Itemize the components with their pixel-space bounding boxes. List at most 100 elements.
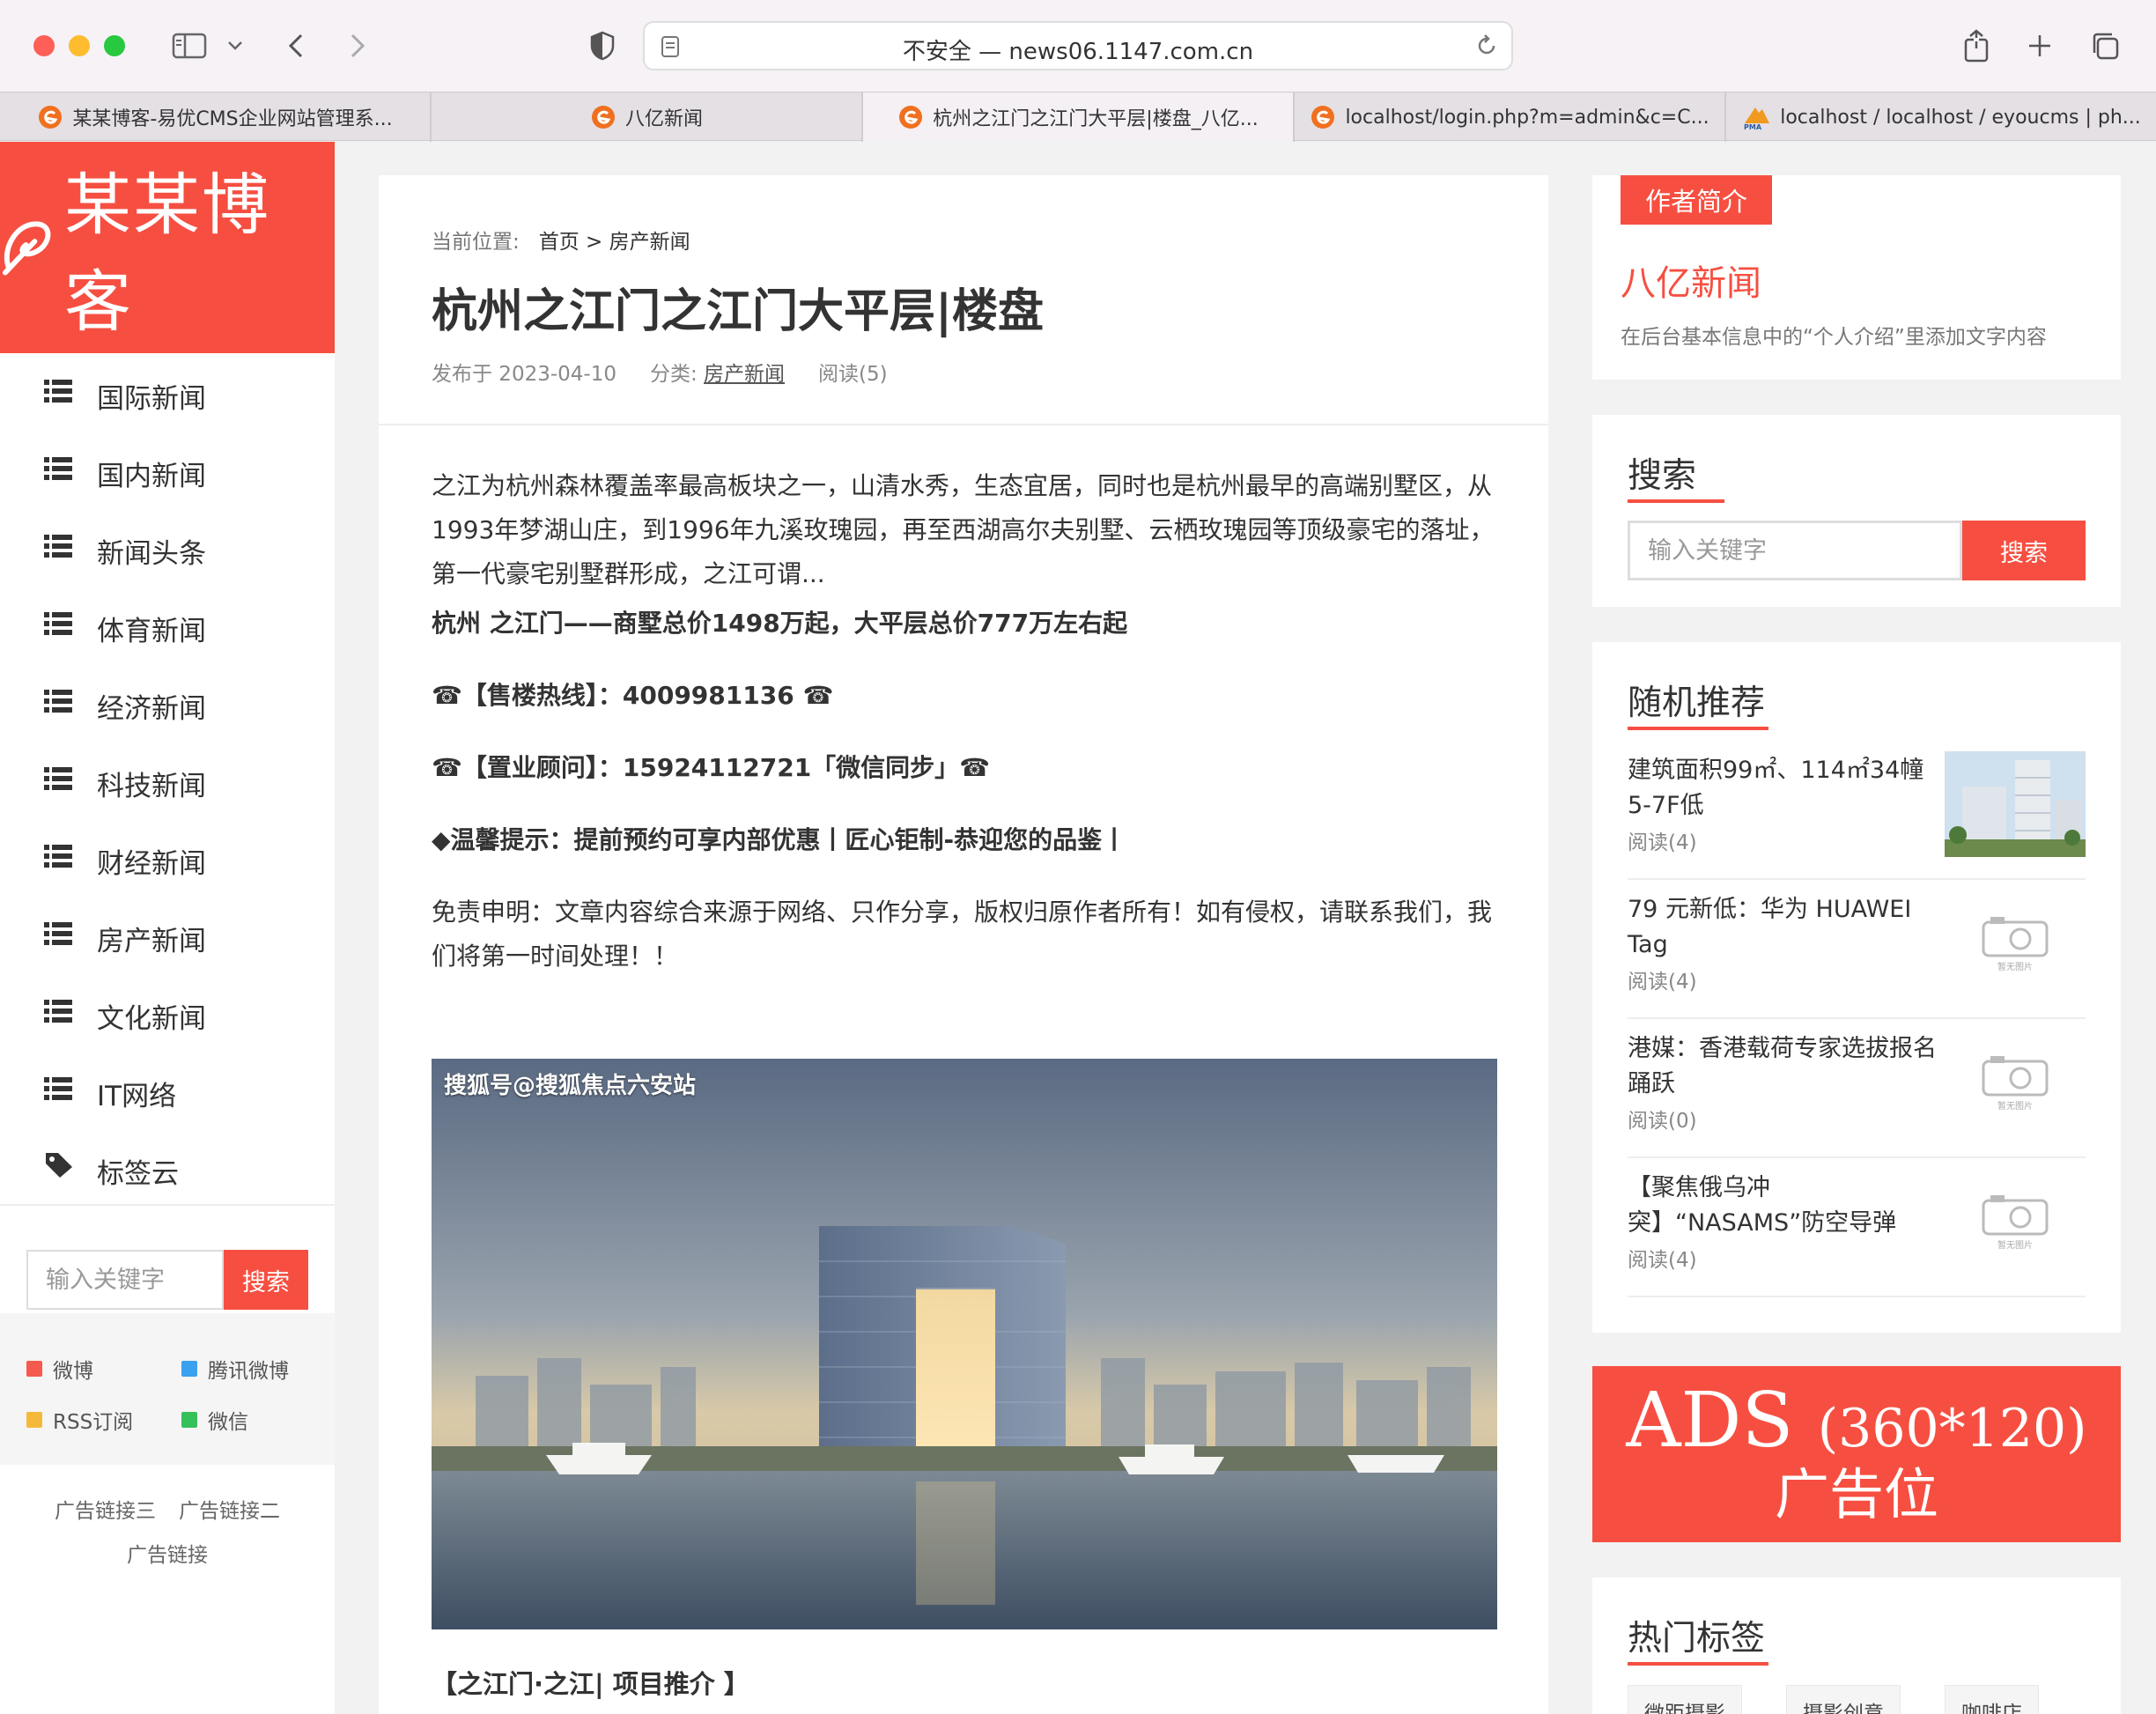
sidebar-item-economy[interactable]: 经济新闻 — [0, 663, 335, 741]
author-name[interactable]: 八亿新闻 — [1621, 255, 1761, 306]
sidebar-item-international[interactable]: 国际新闻 — [0, 353, 335, 431]
list-icon — [44, 1000, 72, 1023]
list-icon — [44, 845, 72, 868]
sidebar-toggle-icon[interactable] — [167, 23, 211, 69]
eyoucms-favicon-icon — [39, 106, 63, 129]
article-subheading: 【之江门·之江| 项目推介 】 — [432, 1669, 749, 1699]
ad-links: 广告链接三 广告链接二 广告链接 — [0, 1489, 335, 1577]
tab-overview-icon[interactable] — [2086, 23, 2124, 69]
recommend-views: 阅读(0) — [1628, 1110, 1697, 1133]
list-icon — [44, 922, 72, 945]
back-arrow-icon[interactable] — [278, 23, 314, 69]
social-rss-link[interactable]: RSS订阅 — [26, 1405, 133, 1435]
share-icon[interactable] — [1957, 23, 1996, 69]
view-count: 阅读(5) — [818, 363, 888, 386]
tab-5[interactable]: PMA localhost / localhost / eyoucms | ph… — [1726, 92, 2156, 142]
social-label: 微博 — [53, 1360, 93, 1383]
shield-icon[interactable] — [585, 23, 620, 69]
recommend-views: 阅读(4) — [1628, 971, 1697, 994]
category-prefix: 分类: — [649, 363, 698, 386]
sidebar-item-tag-cloud[interactable]: 标签云 — [0, 1128, 335, 1206]
tab-4[interactable]: localhost/login.php?m=admin&c=C... — [1295, 92, 1726, 142]
ad-link[interactable]: 广告链接 — [127, 1544, 208, 1567]
logo-mark-icon — [2, 221, 51, 276]
rss-icon — [26, 1412, 42, 1428]
social-weibo-link[interactable]: 微博 — [26, 1354, 93, 1384]
breadcrumb-category-link[interactable]: 房产新闻 — [609, 231, 690, 254]
tag-chip[interactable]: 咖啡店 — [1945, 1685, 2039, 1714]
sidebar-item-it[interactable]: IT网络 — [0, 1051, 335, 1128]
list-item[interactable]: 港媒：香港载荷专家选拔报名踊跃 阅读(0) 暂无图片 — [1628, 1019, 2086, 1158]
wechat-icon — [181, 1412, 197, 1428]
chevron-down-icon[interactable] — [222, 23, 248, 69]
reload-icon[interactable] — [1474, 33, 1499, 62]
building-thumbnail-image[interactable] — [1945, 751, 2086, 857]
tab-2[interactable]: 八亿新闻 — [432, 92, 863, 142]
sidebar-item-sports[interactable]: 体育新闻 — [0, 586, 335, 663]
sidebar-item-label: 房产新闻 — [97, 926, 206, 957]
category-link[interactable]: 房产新闻 — [704, 363, 785, 386]
tag-chip[interactable]: 微距摄影 — [1628, 1685, 1742, 1714]
ad-banner-line1: ADS (360*120) — [1592, 1378, 2121, 1471]
social-links: 微博 腾讯微博 RSS订阅 微信 — [0, 1313, 335, 1465]
recommend-title[interactable]: 港媒：香港载荷专家选拔报名踊跃 — [1628, 1031, 1945, 1102]
zoom-window-button[interactable] — [104, 35, 125, 56]
no-image-placeholder: 暂无图片 — [1945, 915, 2086, 986]
sidebar-item-finance[interactable]: 财经新闻 — [0, 818, 335, 896]
recommend-views: 阅读(4) — [1628, 831, 1697, 854]
sidebar-item-tech[interactable]: 科技新闻 — [0, 741, 335, 818]
tab-3-active[interactable]: 杭州之江门之江门大平层|楼盘_八亿... — [863, 92, 1295, 142]
eyoucms-favicon-icon — [1311, 106, 1335, 129]
list-item[interactable]: 79 元新低：华为 HUAWEI Tag 阅读(4) 暂无图片 — [1628, 880, 2086, 1019]
sidebar-item-culture[interactable]: 文化新闻 — [0, 973, 335, 1051]
tab-1[interactable]: 某某博客-易优CMS企业网站管理系... — [0, 92, 432, 142]
author-description: 在后台基本信息中的“个人介绍”里添加文字内容 — [1621, 326, 2047, 349]
address-bar[interactable]: 不安全 — news06.1147.com.cn — [643, 21, 1513, 70]
sidebar-search-input[interactable] — [26, 1250, 224, 1310]
site-logo[interactable]: 某某博客 — [0, 142, 335, 353]
list-item[interactable]: 【聚焦俄乌冲突】“NASAMS”防空导弹 阅读(4) 暂无图片 — [1628, 1158, 2086, 1297]
new-tab-plus-icon[interactable] — [2020, 23, 2059, 69]
sidebar-item-real-estate[interactable]: 房产新闻 — [0, 896, 335, 973]
social-wechat-link[interactable]: 微信 — [181, 1405, 248, 1435]
recommend-title[interactable]: 建筑面积99㎡、114㎡34幢5-7F低 — [1628, 753, 1945, 824]
sidebar-item-label: 标签云 — [97, 1158, 179, 1190]
tags-widget-title: 热门标签 — [1628, 1619, 1766, 1659]
weibo-icon — [26, 1361, 42, 1377]
left-sidebar: 某某博客 国际新闻 国内新闻 新闻头条 体育新闻 经济新闻 科技新闻 财经新闻 … — [0, 142, 335, 1714]
phpmyadmin-favicon-icon: PMA — [1744, 107, 1770, 130]
sidebar-item-label: 国际新闻 — [97, 383, 206, 415]
list-item[interactable]: 建筑面积99㎡、114㎡34幢5-7F低 阅读(4) — [1628, 741, 2086, 880]
list-icon — [44, 1077, 72, 1100]
search-button[interactable]: 搜索 — [1962, 521, 2086, 580]
list-icon — [44, 690, 72, 713]
breadcrumb-home-link[interactable]: 首页 — [539, 231, 580, 254]
tag-chip[interactable]: 摄影创意 — [1786, 1685, 1901, 1714]
title-underline — [1628, 499, 1724, 503]
search-input[interactable] — [1628, 521, 1962, 580]
recommend-title[interactable]: 79 元新低：华为 HUAWEI Tag — [1628, 892, 1945, 963]
image-watermark: 搜狐号@搜狐焦点六安站 — [444, 1073, 697, 1099]
search-widget: 搜索 搜索 — [1592, 415, 2121, 607]
social-tencent-weibo-link[interactable]: 腾讯微博 — [181, 1354, 289, 1384]
no-image-text: 暂无图片 — [1997, 963, 2033, 972]
sidebar-item-domestic[interactable]: 国内新闻 — [0, 431, 335, 508]
ad-banner[interactable]: ADS (360*120) 广告位 — [1592, 1366, 2121, 1542]
no-image-text: 暂无图片 — [1997, 1241, 2033, 1251]
publish-date: 发布于 2023-04-10 — [432, 363, 617, 386]
ad-size-text: (360*120) — [1817, 1398, 2087, 1459]
ad-link[interactable]: 广告链接三 — [55, 1500, 156, 1523]
sidebar-item-label: 国内新闻 — [97, 461, 206, 492]
sidebar-search-button[interactable]: 搜索 — [224, 1250, 308, 1310]
author-box: 作者简介 八亿新闻 在后台基本信息中的“个人介绍”里添加文字内容 — [1592, 175, 2121, 380]
minimize-window-button[interactable] — [69, 35, 90, 56]
no-image-placeholder: 暂无图片 — [1945, 1193, 2086, 1264]
recommend-views: 阅读(4) — [1628, 1249, 1697, 1272]
sidebar-item-label: 新闻头条 — [97, 538, 206, 570]
sidebar-item-headlines[interactable]: 新闻头条 — [0, 508, 335, 586]
recommend-title[interactable]: 【聚焦俄乌冲突】“NASAMS”防空导弹 — [1628, 1171, 1945, 1241]
page: 某某博客 国际新闻 国内新闻 新闻头条 体育新闻 经济新闻 科技新闻 财经新闻 … — [0, 142, 2156, 1714]
close-window-button[interactable] — [33, 35, 55, 56]
forward-arrow-icon[interactable] — [340, 23, 375, 69]
ad-link[interactable]: 广告链接二 — [179, 1500, 280, 1523]
